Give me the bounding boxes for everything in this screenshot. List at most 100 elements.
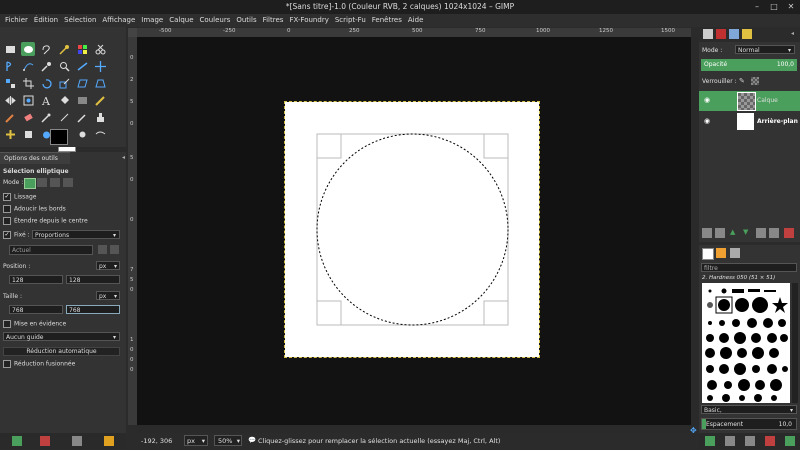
vertical-ruler[interactable]: 0 2 5 0 5 0 0 7 5 0 1 0 0 0 bbox=[128, 37, 137, 425]
foreground-select-icon[interactable] bbox=[3, 59, 17, 73]
auto-shrink-button[interactable]: Réduction automatique bbox=[3, 347, 120, 356]
reset-options-icon[interactable] bbox=[104, 436, 114, 446]
layer-mode-dropdown[interactable]: Normal ▾ bbox=[735, 45, 795, 54]
highlight-option[interactable]: Mise en évidence bbox=[3, 320, 66, 328]
size-width-input[interactable]: 768 bbox=[9, 305, 63, 314]
position-y-input[interactable]: 128 bbox=[66, 275, 120, 284]
expand-center-option[interactable]: Étendre depuis le centre bbox=[3, 217, 88, 225]
move-icon[interactable] bbox=[93, 59, 107, 73]
fixed-option[interactable]: ✓ Fixé : bbox=[3, 231, 30, 239]
highlight-checkbox[interactable] bbox=[3, 320, 11, 328]
menu-calque[interactable]: Calque bbox=[166, 14, 196, 27]
anchor-layer-icon[interactable] bbox=[769, 228, 779, 238]
ink-icon[interactable] bbox=[57, 110, 71, 124]
size-height-input[interactable]: 768 bbox=[66, 305, 120, 314]
bucket-fill-icon[interactable] bbox=[57, 93, 71, 107]
color-picker-icon[interactable] bbox=[39, 59, 53, 73]
gradient-icon[interactable] bbox=[75, 93, 89, 107]
measure-icon[interactable] bbox=[75, 59, 89, 73]
ruler-corner[interactable] bbox=[128, 28, 137, 37]
menu-affichage[interactable]: Affichage bbox=[99, 14, 138, 27]
restore-options-icon[interactable] bbox=[40, 436, 50, 446]
lasso-icon[interactable] bbox=[39, 42, 53, 56]
perspective-clone-icon[interactable] bbox=[21, 127, 35, 141]
menu-couleurs[interactable]: Couleurs bbox=[197, 14, 234, 27]
tab-patterns-icon[interactable] bbox=[716, 248, 726, 258]
rotate-icon[interactable] bbox=[39, 76, 53, 90]
guide-dropdown[interactable]: Aucun guide ▾ bbox=[3, 332, 120, 341]
paths-icon[interactable] bbox=[21, 59, 35, 73]
mode-subtract-icon[interactable] bbox=[50, 178, 60, 187]
airbrush-icon[interactable] bbox=[39, 110, 53, 124]
horizontal-ruler[interactable]: -500 -250 0 250 500 750 1000 1250 1500 bbox=[137, 28, 691, 37]
perspective-icon[interactable] bbox=[93, 76, 107, 90]
unit-dropdown[interactable]: px ▾ bbox=[184, 435, 208, 446]
save-options-icon[interactable] bbox=[12, 436, 22, 446]
scissors-icon[interactable] bbox=[93, 42, 107, 56]
layer-row[interactable]: ◉ Calque bbox=[699, 91, 800, 111]
mypaint-brush-icon[interactable] bbox=[75, 110, 89, 124]
lock-pixels-icon[interactable]: ✎ bbox=[739, 77, 745, 85]
menu-filtres[interactable]: Filtres bbox=[260, 14, 287, 27]
refresh-brushes-icon[interactable] bbox=[785, 436, 795, 446]
antialias-checkbox[interactable]: ✓ bbox=[3, 193, 11, 201]
duplicate-brush-icon[interactable] bbox=[745, 436, 755, 446]
text-icon[interactable]: A bbox=[39, 93, 53, 107]
heal-icon[interactable] bbox=[3, 127, 17, 141]
zoom-dropdown[interactable]: 50% ▾ bbox=[214, 435, 242, 446]
menu-selection[interactable]: Sélection bbox=[61, 14, 99, 27]
menu-fichier[interactable]: Fichier bbox=[2, 14, 31, 27]
panel-menu-icon[interactable]: ◂ bbox=[791, 30, 794, 37]
document-icon[interactable] bbox=[98, 245, 107, 254]
spacing-slider[interactable]: Espacement 10,0 bbox=[701, 418, 797, 430]
rect-select-icon[interactable] bbox=[3, 42, 17, 56]
eraser-icon[interactable] bbox=[21, 110, 35, 124]
pencil-icon[interactable] bbox=[93, 93, 107, 107]
menu-fenetres[interactable]: Fenêtres bbox=[369, 14, 405, 27]
horizontal-scrollbar[interactable] bbox=[137, 425, 691, 433]
clone-icon[interactable] bbox=[93, 110, 107, 124]
vertical-scrollbar[interactable] bbox=[691, 37, 699, 425]
layer-name[interactable]: Arrière-plan bbox=[757, 118, 798, 125]
tab-gradients-icon[interactable] bbox=[730, 248, 740, 258]
eye-icon[interactable]: ◉ bbox=[704, 96, 710, 104]
new-layer-icon[interactable] bbox=[702, 228, 712, 238]
tab-channels-icon[interactable] bbox=[716, 29, 726, 39]
feather-checkbox[interactable] bbox=[3, 205, 11, 213]
menu-outils[interactable]: Outils bbox=[233, 14, 259, 27]
merged-shrink-checkbox[interactable] bbox=[3, 360, 11, 368]
eye-icon[interactable]: ◉ bbox=[704, 117, 710, 125]
fixed-dropdown[interactable]: Proportions ▾ bbox=[32, 230, 120, 239]
paintbrush-icon[interactable] bbox=[3, 110, 17, 124]
fuzzy-select-icon[interactable] bbox=[57, 42, 71, 56]
brush-preset-dropdown[interactable]: Basic, ▾ bbox=[701, 405, 797, 414]
dodge-burn-icon[interactable] bbox=[75, 127, 89, 141]
feather-option[interactable]: Adoucir les bords bbox=[3, 205, 66, 213]
size-unit-dropdown[interactable]: px ▾ bbox=[96, 291, 120, 300]
brush-grid[interactable] bbox=[702, 283, 790, 403]
brush-filter-input[interactable]: filtre bbox=[701, 263, 797, 272]
tab-undo-icon[interactable] bbox=[742, 29, 752, 39]
shear-icon[interactable] bbox=[75, 76, 89, 90]
color-select-icon[interactable] bbox=[75, 42, 89, 56]
chain-icon[interactable] bbox=[110, 245, 119, 254]
current-field[interactable]: Actuel bbox=[9, 245, 93, 255]
raise-layer-icon[interactable]: ▲ bbox=[730, 228, 735, 236]
delete-brush-icon[interactable] bbox=[765, 436, 775, 446]
minimize-button[interactable]: – bbox=[752, 2, 762, 12]
crop-icon[interactable] bbox=[21, 76, 35, 90]
layer-name[interactable]: Calque bbox=[757, 97, 778, 104]
mode-intersect-icon[interactable] bbox=[63, 178, 73, 187]
panel-menu-icon[interactable]: ◂ bbox=[122, 154, 125, 161]
close-button[interactable]: ✕ bbox=[786, 2, 796, 12]
menu-aide[interactable]: Aide bbox=[405, 14, 426, 27]
warp-icon[interactable] bbox=[93, 127, 107, 141]
lower-layer-icon[interactable]: ▼ bbox=[743, 228, 748, 236]
position-unit-dropdown[interactable]: px ▾ bbox=[96, 261, 120, 270]
maximize-button[interactable]: □ bbox=[769, 2, 779, 12]
foreground-color-swatch[interactable] bbox=[50, 129, 68, 145]
antialias-option[interactable]: ✓ Lissage bbox=[3, 193, 36, 201]
flip-icon[interactable] bbox=[3, 93, 17, 107]
tab-paths-icon[interactable] bbox=[729, 29, 739, 39]
expand-center-checkbox[interactable] bbox=[3, 217, 11, 225]
